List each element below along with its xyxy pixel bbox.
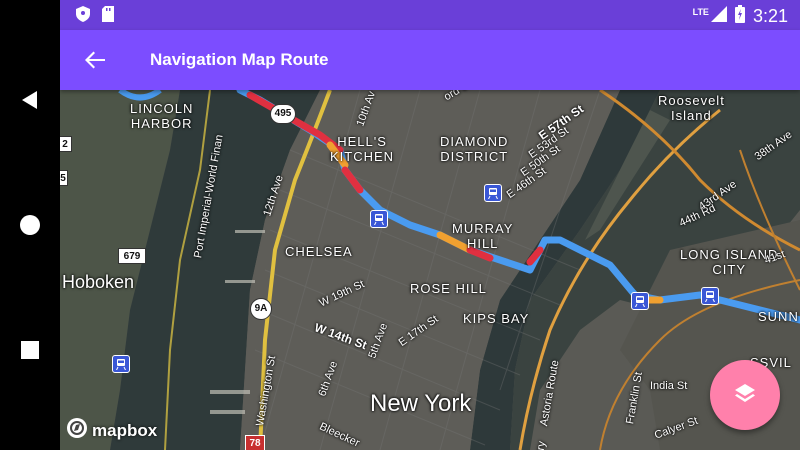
label-long-island-city: LONG ISLAND CITY: [680, 247, 779, 277]
layers-button[interactable]: [710, 360, 780, 430]
subway-station-icon[interactable]: [631, 292, 649, 310]
subway-station-icon[interactable]: [484, 184, 502, 202]
page-title: Navigation Map Route: [150, 50, 329, 69]
clock: 3:21: [752, 6, 788, 26]
shield-679: 679: [118, 248, 146, 264]
label-sunnyside: SUNN: [758, 309, 799, 324]
arrow-back-icon[interactable]: [60, 30, 130, 90]
recents-square-icon[interactable]: [14, 334, 46, 366]
map-view[interactable]: LINCOLN HARBOR HELL'S KITCHEN DIAMOND DISTR…: [60, 90, 800, 450]
street-india: India St: [650, 380, 688, 392]
network-type: LTE: [692, 6, 709, 17]
shield-i495: 495: [270, 104, 296, 124]
back-triangle-icon[interactable]: [14, 84, 46, 116]
shield-edge-2: 2: [60, 136, 72, 152]
label-hells-kitchen: HELL'S KITCHEN: [330, 134, 395, 164]
street-ferry-left: rry: [534, 440, 549, 450]
label-chelsea: CHELSEA: [285, 244, 353, 259]
mapbox-logo-icon: [66, 417, 88, 444]
sd-card-icon: [102, 6, 114, 27]
label-kips-bay: KIPS BAY: [463, 311, 530, 326]
mapbox-wordmark: mapbox: [92, 420, 158, 440]
label-murray-hill: MURRAY HILL: [452, 221, 514, 251]
signal-icon: [710, 6, 727, 27]
shield-icon: [76, 6, 90, 27]
label-lincoln-harbor: LINCOLN HARBOR: [130, 101, 194, 131]
label-new-york: New York: [370, 390, 472, 417]
app-bar: Navigation Map Route: [60, 30, 800, 90]
label-hoboken: Hoboken: [62, 272, 135, 292]
shield-i78: 78: [245, 435, 265, 450]
shield-9a: 9A: [250, 298, 272, 320]
subway-station-icon[interactable]: [370, 210, 388, 228]
label-rose-hill: ROSE HILL: [410, 281, 487, 296]
subway-station-icon[interactable]: [112, 355, 130, 373]
home-circle-icon[interactable]: [14, 209, 46, 241]
layers-icon: [733, 381, 757, 410]
android-screen: LTE 3:21 Navigation Map Route LINCOLN HA…: [0, 0, 800, 450]
label-diamond-district: DIAMOND DISTRICT: [440, 134, 509, 164]
subway-station-icon[interactable]: [701, 287, 719, 305]
mapbox-attribution[interactable]: mapbox: [66, 417, 157, 444]
label-roosevelt-island: Roosevelt Island: [658, 93, 725, 123]
shield-edge-5: 5: [60, 170, 68, 186]
system-nav-bar: [0, 0, 60, 450]
status-bar: LTE 3:21: [60, 0, 800, 30]
battery-icon: [734, 5, 745, 28]
